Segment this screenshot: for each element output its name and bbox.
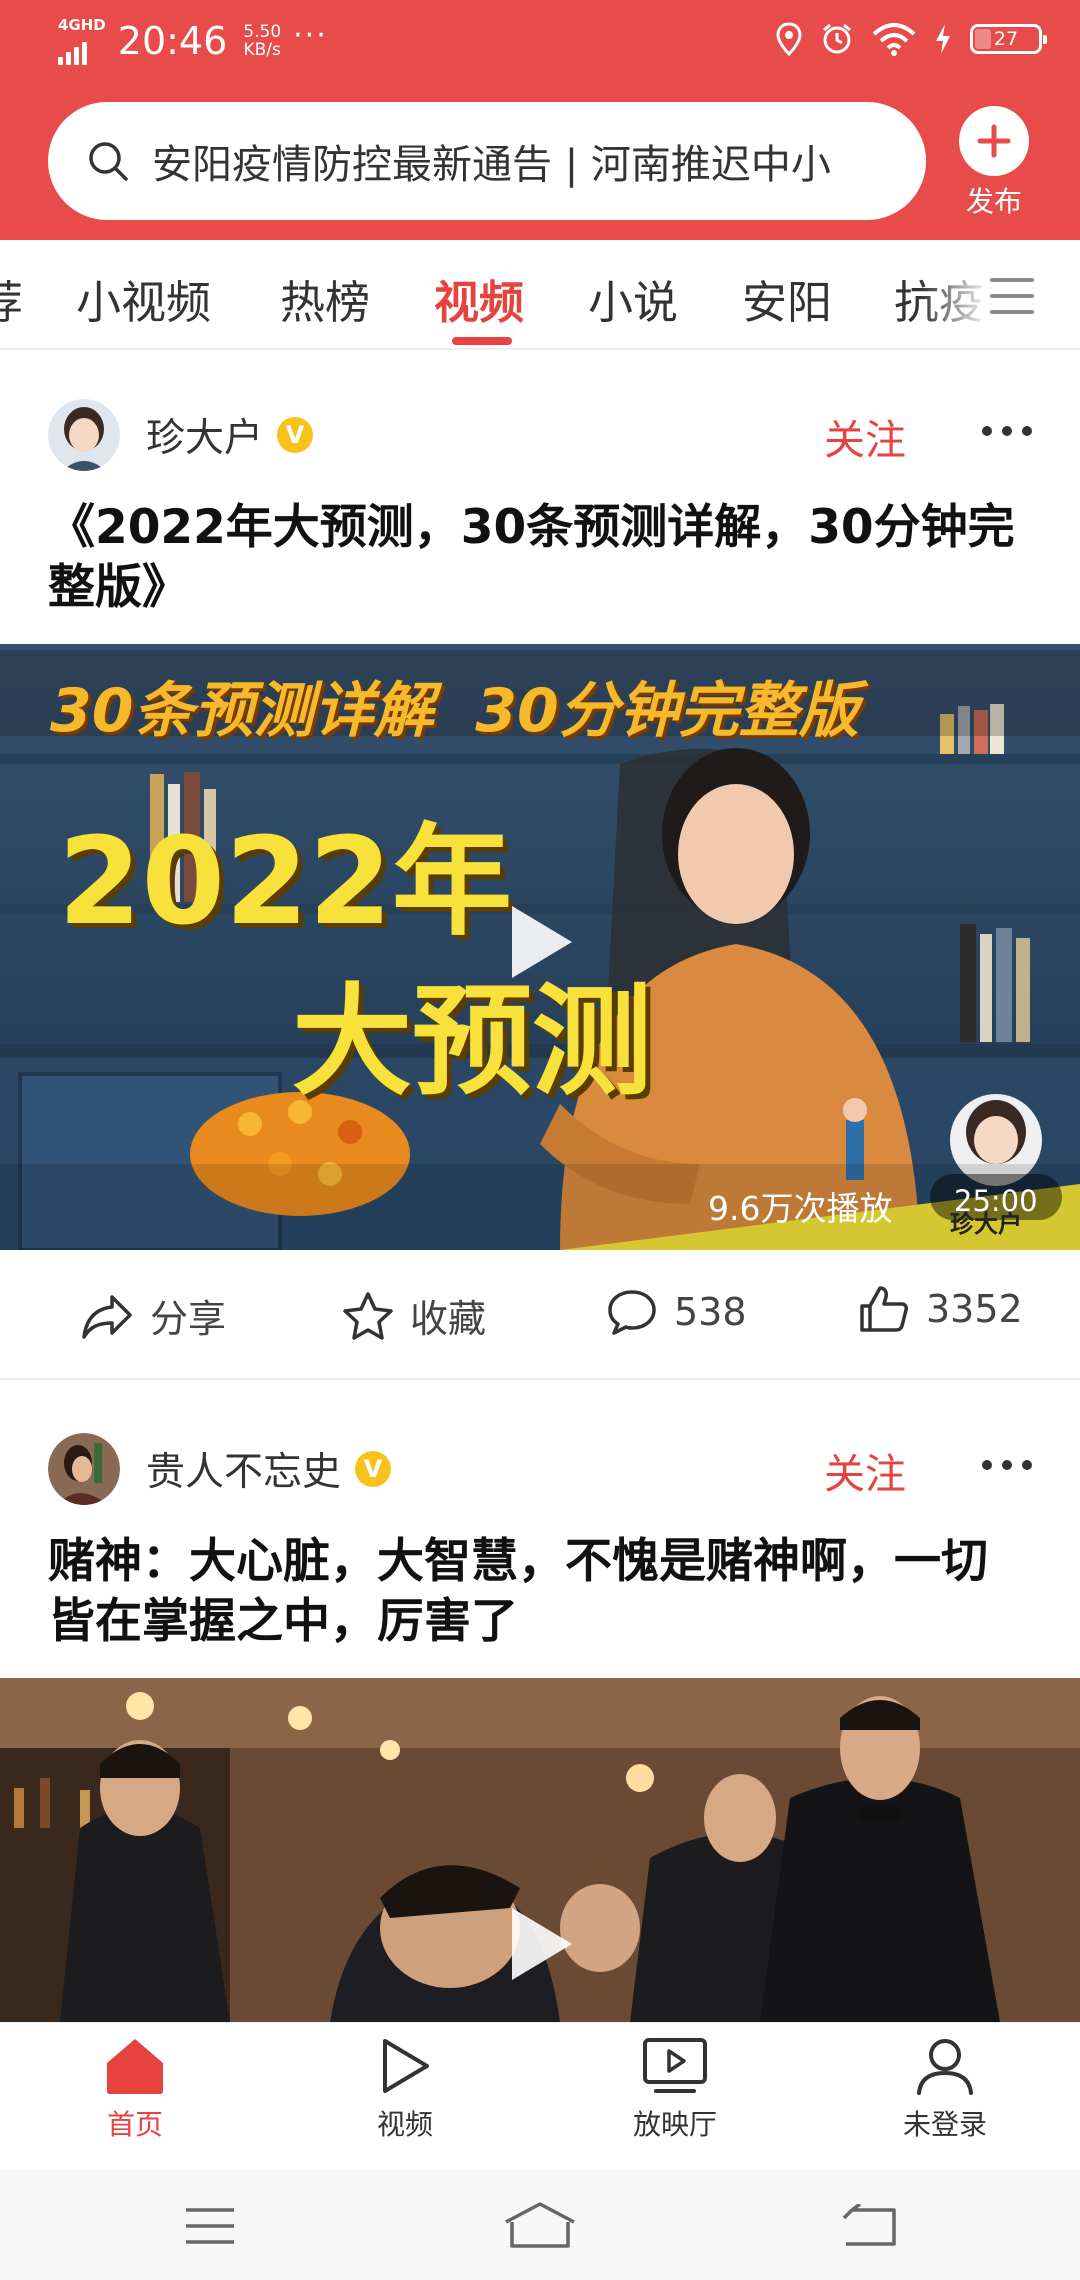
- nav-profile-label: 未登录: [902, 2108, 987, 2141]
- comment-count: 538: [674, 1290, 747, 1334]
- post-title[interactable]: 《2022年大预测，30条预测详解，30分钟完整版》: [48, 498, 1032, 618]
- nav-profile[interactable]: 未登录: [855, 2037, 1035, 2143]
- bottom-navigation: 首页 视频 放映厅 未登录: [0, 2022, 1080, 2170]
- verified-badge: V: [355, 1451, 392, 1487]
- clock: 20:46: [117, 19, 228, 63]
- network-speed: 5.50 KB/s: [243, 22, 282, 60]
- follow-button[interactable]: 关注: [824, 1440, 906, 1500]
- publish-button[interactable]: 发布: [954, 106, 1034, 220]
- follow-button[interactable]: 关注: [824, 406, 906, 466]
- system-home-icon[interactable]: [504, 2200, 576, 2250]
- status-bar: 4GHD 20:46 5.50 KB/s ··· 27: [0, 0, 1080, 86]
- thumbs-up-icon: [860, 1286, 908, 1332]
- video-duration: 25:00: [954, 1184, 1038, 1218]
- publish-label: 发布: [965, 185, 1022, 218]
- avatar[interactable]: [48, 1433, 120, 1505]
- star-icon: [343, 1291, 393, 1340]
- share-icon: [82, 1294, 132, 1339]
- tab-recommend[interactable]: 荐: [0, 266, 23, 331]
- post-title[interactable]: 赌神：大心脏，大智慧，不愧是赌神啊，一切皆在掌握之中，厉害了: [48, 1532, 1032, 1652]
- signal-icon: [58, 35, 106, 65]
- video-thumbnail[interactable]: 30条预测详解 30分钟完整版 2022年 大预测 珍大户 9.6万次播放 25…: [0, 644, 1080, 1250]
- tab-hot-list[interactable]: 热榜: [280, 266, 370, 331]
- tab-novel[interactable]: 小说: [588, 266, 678, 331]
- header: 4GHD 20:46 5.50 KB/s ··· 27 安阳疫情防控最新通告 |…: [0, 0, 1080, 240]
- search-icon: [89, 142, 128, 181]
- share-button[interactable]: 分享: [80, 1288, 226, 1343]
- charging-icon: [936, 24, 950, 54]
- more-options-icon[interactable]: [982, 416, 1032, 446]
- verified-badge: V: [277, 417, 314, 453]
- nav-theater[interactable]: 放映厅: [585, 2037, 765, 2143]
- screen-icon: [643, 2038, 707, 2093]
- nav-video[interactable]: 视频: [315, 2037, 495, 2143]
- plus-icon: [977, 124, 1011, 158]
- play-icon[interactable]: [506, 1904, 576, 1984]
- back-icon[interactable]: [842, 2204, 898, 2248]
- collect-label: 收藏: [410, 1297, 487, 1341]
- network-type: 4GHD: [58, 15, 106, 34]
- post-header: 珍大户 V 关注: [48, 398, 1032, 472]
- category-tabs: 荐 小视频 热榜 视频 小说 安阳 抗疫: [0, 240, 1080, 350]
- tab-short-video[interactable]: 小视频: [76, 266, 211, 331]
- battery-icon: 27: [970, 24, 1047, 54]
- nav-theater-label: 放映厅: [632, 2108, 717, 2141]
- more-notifications-icon: ···: [293, 18, 328, 53]
- wifi-icon: [872, 23, 916, 56]
- play-count: 9.6万次播放: [708, 1189, 893, 1228]
- search-input[interactable]: 安阳疫情防控最新通告 | 河南推迟中小: [48, 102, 926, 220]
- post-actions: 分享 收藏 538 3352: [0, 1250, 1080, 1380]
- more-options-icon[interactable]: [982, 1450, 1032, 1480]
- nav-video-label: 视频: [376, 2108, 433, 2141]
- author-name[interactable]: 珍大户: [146, 407, 263, 463]
- like-count: 3352: [926, 1287, 1023, 1331]
- play-icon[interactable]: [506, 902, 576, 982]
- tab-anyang[interactable]: 安阳: [742, 266, 832, 331]
- user-icon: [917, 2039, 973, 2095]
- thumbnail-headline-1: 2022年: [58, 813, 512, 952]
- comment-button[interactable]: 538: [606, 1288, 747, 1336]
- post-header: 贵人不忘史 V 关注: [48, 1432, 1032, 1506]
- menu-icon[interactable]: [184, 2206, 236, 2246]
- author-name[interactable]: 贵人不忘史: [146, 1441, 341, 1497]
- nav-home[interactable]: 首页: [45, 2037, 225, 2143]
- comment-icon: [608, 1290, 656, 1335]
- signal-indicator: 4GHD: [58, 15, 106, 65]
- home-icon: [107, 2039, 163, 2094]
- active-tab-indicator: [452, 337, 512, 345]
- channel-menu-icon[interactable]: [984, 270, 1040, 320]
- tab-video[interactable]: 视频: [434, 266, 524, 331]
- battery-level: 27: [993, 28, 1019, 50]
- thumbnail-headline-2: 大预测: [292, 973, 652, 1112]
- thumbnail-banner-text: 30条预测详解 30分钟完整版: [50, 676, 859, 746]
- play-icon: [383, 2039, 429, 2093]
- video-thumbnail[interactable]: [0, 1678, 1080, 2022]
- location-icon: [776, 22, 802, 56]
- alarm-icon: [823, 23, 851, 54]
- system-navigation-bar: [0, 2170, 1080, 2280]
- nav-home-label: 首页: [106, 2108, 163, 2141]
- collect-button[interactable]: 收藏: [342, 1288, 486, 1343]
- share-label: 分享: [150, 1297, 227, 1341]
- avatar[interactable]: [48, 399, 120, 471]
- like-button[interactable]: 3352: [858, 1284, 1023, 1334]
- search-suggestion: 安阳疫情防控最新通告 | 河南推迟中小: [152, 142, 831, 188]
